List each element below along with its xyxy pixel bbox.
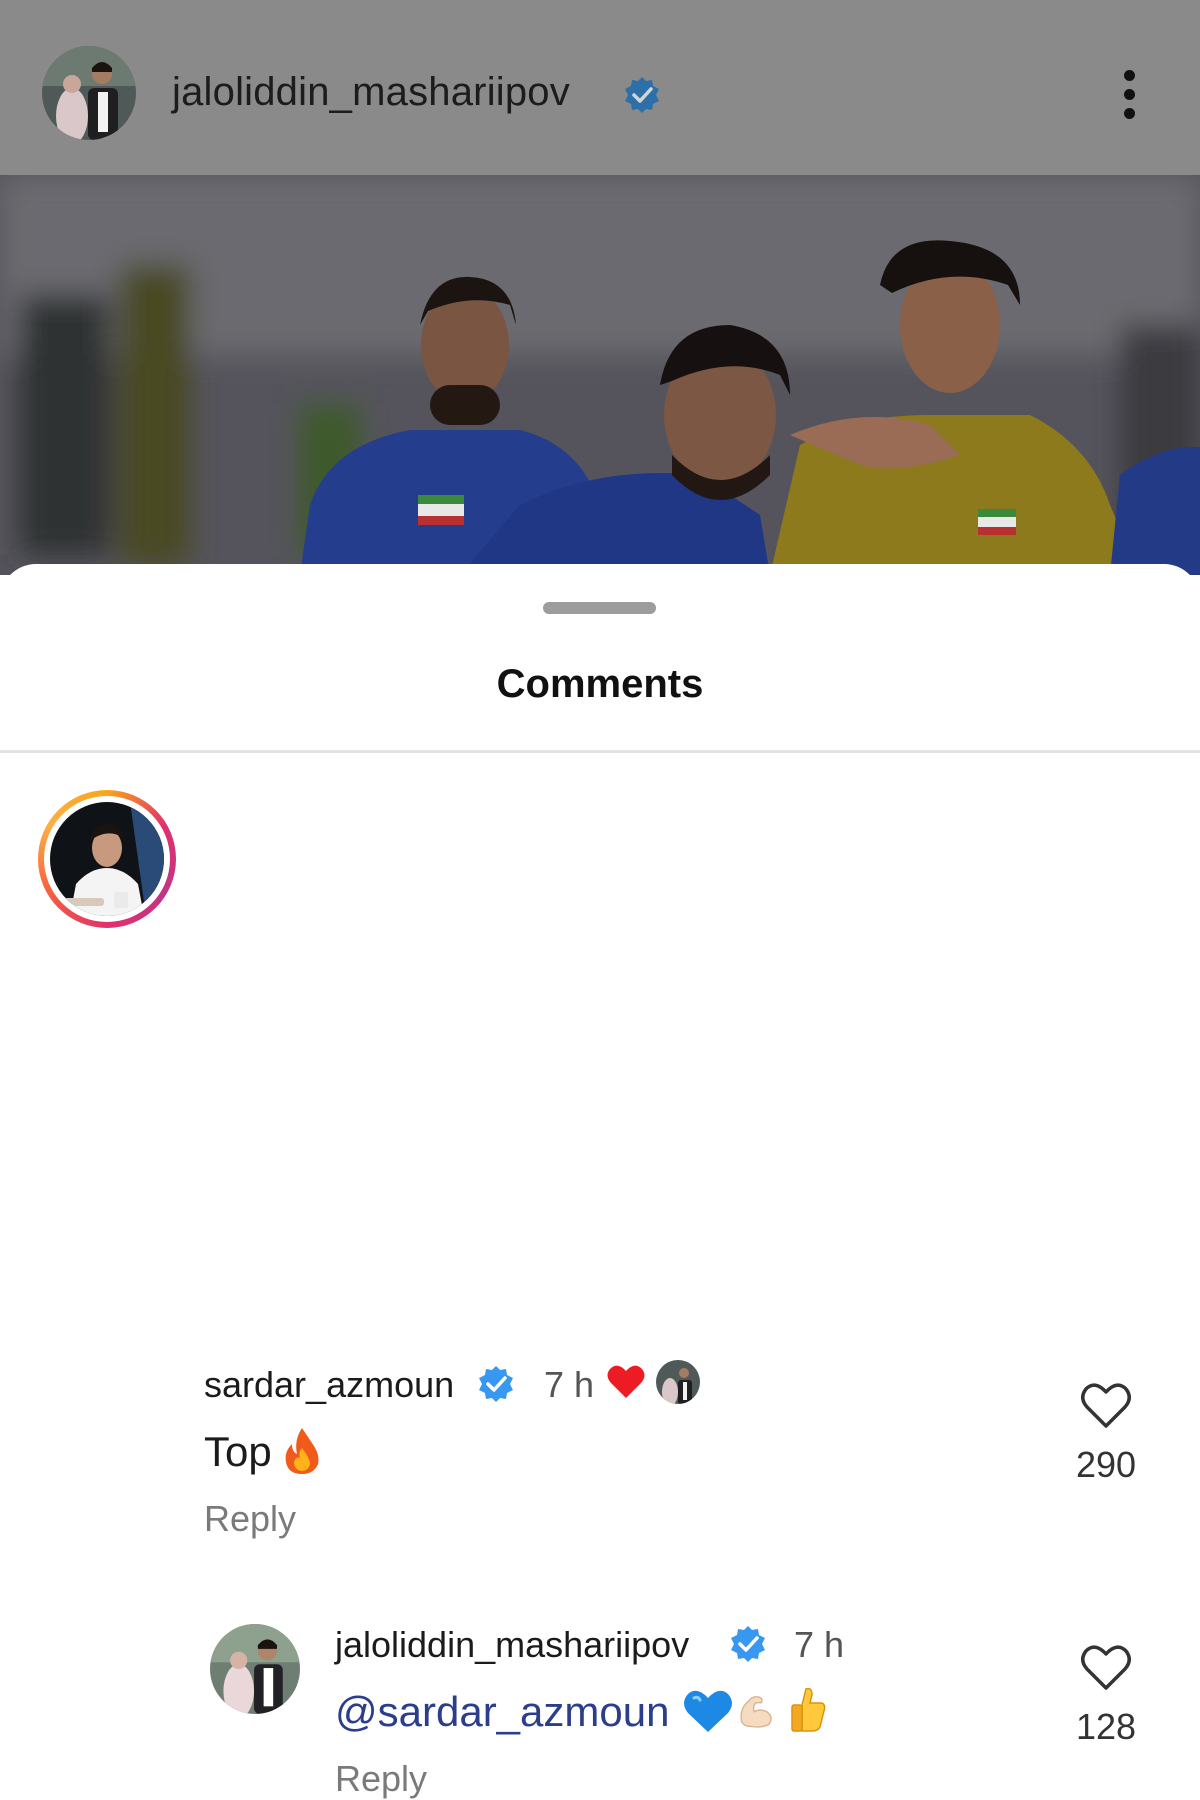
reply-timestamp: 7 h [794, 1624, 845, 1665]
more-options-icon[interactable] [1110, 66, 1150, 122]
story-ring-avatar[interactable] [38, 790, 176, 928]
sheet-title: Comments [496, 662, 704, 706]
verified-badge-icon [625, 77, 659, 113]
thumbs-up-emoji [791, 1687, 826, 1732]
like-count: 128 [1075, 1706, 1137, 1747]
like-heart-icon[interactable] [1079, 1642, 1133, 1692]
fire-emoji [285, 1428, 319, 1474]
author-avatar[interactable] [42, 46, 136, 140]
flexed-biceps-emoji [740, 1696, 772, 1728]
author-liked-heart-icon [607, 1365, 645, 1398]
author-liked-avatar [656, 1360, 700, 1404]
blue-heart-emoji [684, 1690, 732, 1732]
comment-text: Top [204, 1428, 272, 1475]
commenter-avatar [50, 802, 164, 916]
verified-badge-icon [731, 1626, 765, 1662]
post-header: jaloliddin_mashariipov [0, 0, 1200, 175]
sheet-drag-handle[interactable] [543, 602, 656, 614]
sheet-divider [0, 750, 1200, 753]
like-heart-icon[interactable] [1079, 1380, 1133, 1430]
verified-badge-icon [479, 1366, 513, 1402]
reply-button[interactable]: Reply [335, 1758, 427, 1800]
replier-avatar[interactable] [210, 1624, 300, 1714]
comment-username[interactable]: sardar_azmoun [204, 1364, 454, 1406]
reply-button[interactable]: Reply [204, 1498, 296, 1540]
mention-link[interactable]: @sardar_azmoun [335, 1688, 669, 1736]
like-count: 290 [1075, 1444, 1137, 1485]
comment-timestamp: 7 h [544, 1364, 595, 1405]
reply-username[interactable]: jaloliddin_mashariipov [335, 1624, 689, 1666]
comments-sheet: Comments sardar_azmoun 7 h Top Reply 290… [0, 564, 1200, 1799]
author-username[interactable]: jaloliddin_mashariipov [172, 70, 570, 115]
post-image[interactable] [0, 175, 1200, 575]
